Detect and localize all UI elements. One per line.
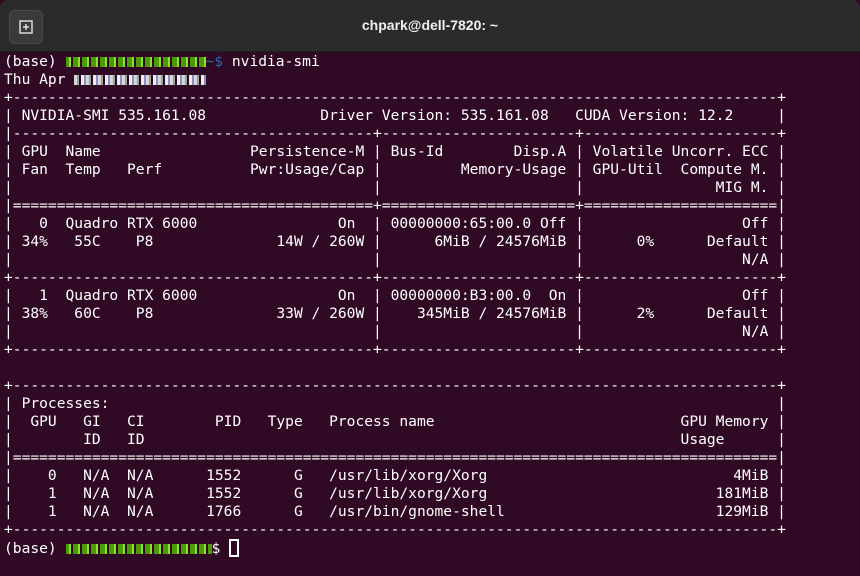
conda-env: (base) [4,53,66,70]
smi-line: +---------------------------------------… [4,341,786,358]
smi-line [4,359,860,377]
window-title: chpark@dell-7820: ~ [361,17,499,33]
smi-line: +---------------------------------------… [4,89,786,106]
smi-line: |---------------------------------------… [4,125,786,142]
conda-env: (base) [4,540,66,557]
smi-line: | 1 N/A N/A 1766 G /usr/bin/gnome-shell … [4,503,786,520]
redacted-user-host [65,544,212,554]
smi-line: | Fan Temp Perf Pwr:Usage/Cap | Memory-U… [4,161,786,178]
terminal-output[interactable]: (base) ~$ nvidia-smi Thu Apr +----------… [4,53,860,576]
smi-line: | GPU GI CI PID Type Process name GPU Me… [4,413,786,430]
smi-line: +---------------------------------------… [4,269,786,286]
smi-line: | | | MIG M. | [4,179,786,196]
prompt-suffix: $ [211,540,230,557]
prompt-suffix: ~$ [205,53,232,70]
prompt-line: (base) ~$ nvidia-smi [4,53,860,71]
smi-line: | NVIDIA-SMI 535.161.08 Driver Version: … [4,107,786,124]
date-line: Thu Apr [4,71,860,89]
prompt-line: (base) $ [4,539,860,557]
smi-line: |=======================================… [4,197,786,214]
smi-line: +---------------------------------------… [4,377,786,394]
smi-line: | | | N/A | [4,323,786,340]
smi-line: +---------------------------------------… [4,521,786,538]
title-bar: chpark@dell-7820: ~ [0,0,860,52]
redacted-date [74,75,207,85]
smi-line: | 38% 60C P8 33W / 260W | 345MiB / 24576… [4,305,786,322]
smi-line: | ID ID Usage | [4,431,786,448]
smi-line: | 1 N/A N/A 1552 G /usr/lib/xorg/Xorg 18… [4,485,786,502]
smi-line: | | | N/A | [4,251,786,268]
smi-line: | 1 Quadro RTX 6000 On | 00000000:B3:00.… [4,287,786,304]
smi-line: |=======================================… [4,449,786,466]
smi-line: | Processes: | [4,395,786,412]
nvidia-smi-output: +---------------------------------------… [4,89,860,539]
redacted-user-host [65,57,206,67]
smi-line: | 0 Quadro RTX 6000 On | 00000000:65:00.… [4,215,786,232]
smi-line: | GPU Name Persistence-M | Bus-Id Disp.A… [4,143,786,160]
command-text: nvidia-smi [231,53,320,70]
terminal-cursor [229,539,240,557]
smi-line: | 0 N/A N/A 1552 G /usr/lib/xorg/Xorg 4M… [4,467,786,484]
smi-line: | 34% 55C P8 14W / 260W | 6MiB / 24576Mi… [4,233,786,250]
